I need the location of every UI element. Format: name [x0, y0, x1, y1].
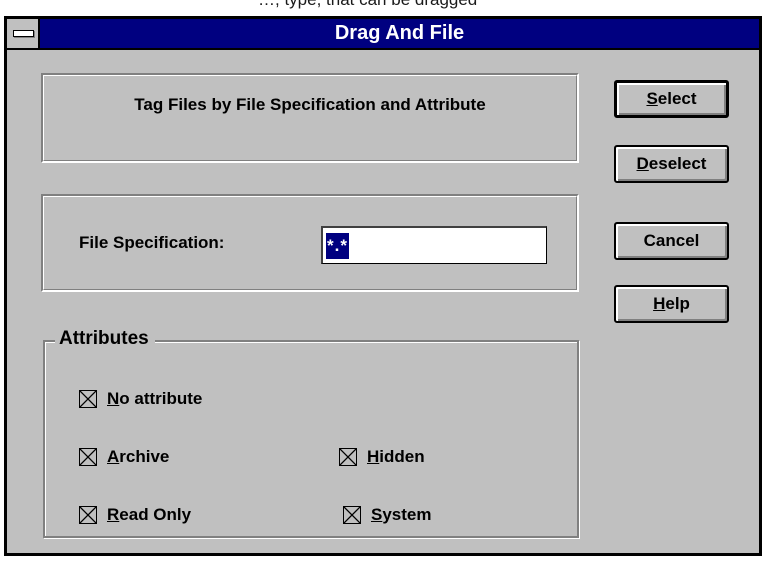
background-caption-text: …, type, that can be dragged [258, 0, 477, 10]
deselect-button[interactable]: Deselect [614, 145, 729, 183]
checkbox-archive[interactable]: Archive [79, 445, 169, 469]
checkbox-checked-icon [339, 448, 357, 466]
help-button[interactable]: Help [614, 285, 729, 323]
cancel-button[interactable]: Cancel [614, 222, 729, 260]
header-text: Tag Files by File Specification and Attr… [134, 95, 486, 114]
attributes-group: Attributes No attribute Archive Hidden R… [43, 328, 579, 538]
system-menu-icon [13, 30, 34, 37]
checkbox-checked-icon [343, 506, 361, 524]
checkbox-checked-icon [79, 390, 97, 408]
checkbox-label-read-only: Read Only [107, 505, 192, 524]
checkbox-system[interactable]: System [343, 503, 431, 527]
file-spec-value: *.* [326, 233, 349, 259]
attributes-legend: Attributes [55, 328, 155, 350]
checkbox-no-attribute[interactable]: No attribute [79, 387, 202, 411]
title-bar: Drag And File [7, 19, 759, 50]
window-title: Drag And File [334, 22, 465, 44]
checkbox-label-hidden: Hidden [367, 447, 425, 466]
dialog-window: Drag And File Tag Files by File Specific… [4, 16, 762, 556]
checkbox-label-no-attribute: No attribute [107, 389, 203, 408]
header-panel: Tag Files by File Specification and Attr… [41, 73, 579, 163]
checkbox-label-archive: Archive [107, 447, 170, 466]
select-button[interactable]: Select [614, 80, 729, 118]
file-spec-label: File Specification: [79, 233, 225, 252]
checkbox-hidden[interactable]: Hidden [339, 445, 425, 469]
checkbox-read-only[interactable]: Read Only [79, 503, 191, 527]
system-menu-button[interactable] [7, 19, 40, 48]
file-spec-panel: File Specification: *.* [41, 194, 579, 292]
checkbox-checked-icon [79, 448, 97, 466]
file-spec-input[interactable]: *.* [321, 226, 547, 264]
checkbox-label-system: System [371, 505, 432, 524]
checkbox-checked-icon [79, 506, 97, 524]
